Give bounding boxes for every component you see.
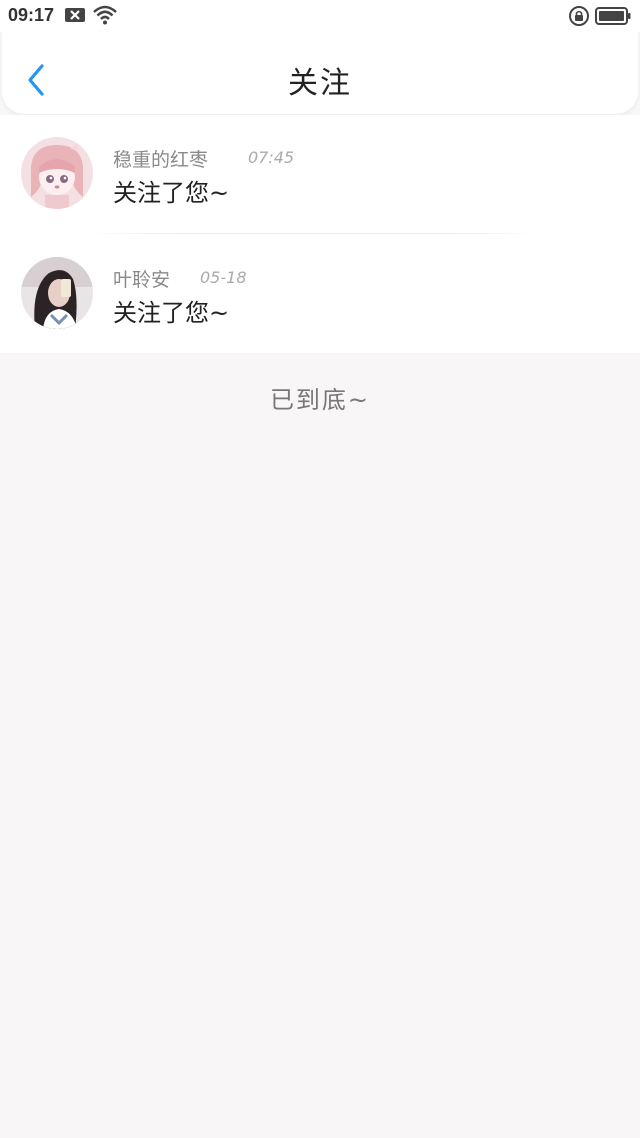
- avatar[interactable]: [21, 257, 93, 329]
- status-bar: 09:17: [0, 0, 640, 32]
- sim-disabled-icon: [64, 6, 86, 28]
- avatar[interactable]: [21, 137, 93, 209]
- page-title: 关注: [288, 66, 352, 101]
- notification-list: 稳重的红枣 07:45 关注了您~ 叶聆安 05-18 关注了您~: [0, 115, 640, 353]
- end-of-list-text: 已到底~: [269, 386, 371, 414]
- divider: [90, 233, 540, 234]
- list-item[interactable]: 稳重的红枣 07:45 关注了您~: [0, 115, 640, 234]
- rotation-lock-icon: [568, 5, 590, 31]
- wifi-icon: [92, 4, 118, 30]
- username: 叶聆安: [113, 269, 171, 291]
- list-item[interactable]: 叶聆安 05-18 关注了您~: [0, 235, 640, 354]
- message-text: 关注了您~: [113, 299, 230, 327]
- battery-icon: [595, 7, 631, 29]
- timestamp: 07:45: [248, 148, 295, 167]
- header-bar: 关注: [2, 32, 638, 114]
- username: 稳重的红枣: [113, 149, 209, 171]
- message-text: 关注了您~: [113, 179, 230, 207]
- status-time: 09:17: [8, 5, 55, 25]
- timestamp: 05-18: [200, 268, 247, 287]
